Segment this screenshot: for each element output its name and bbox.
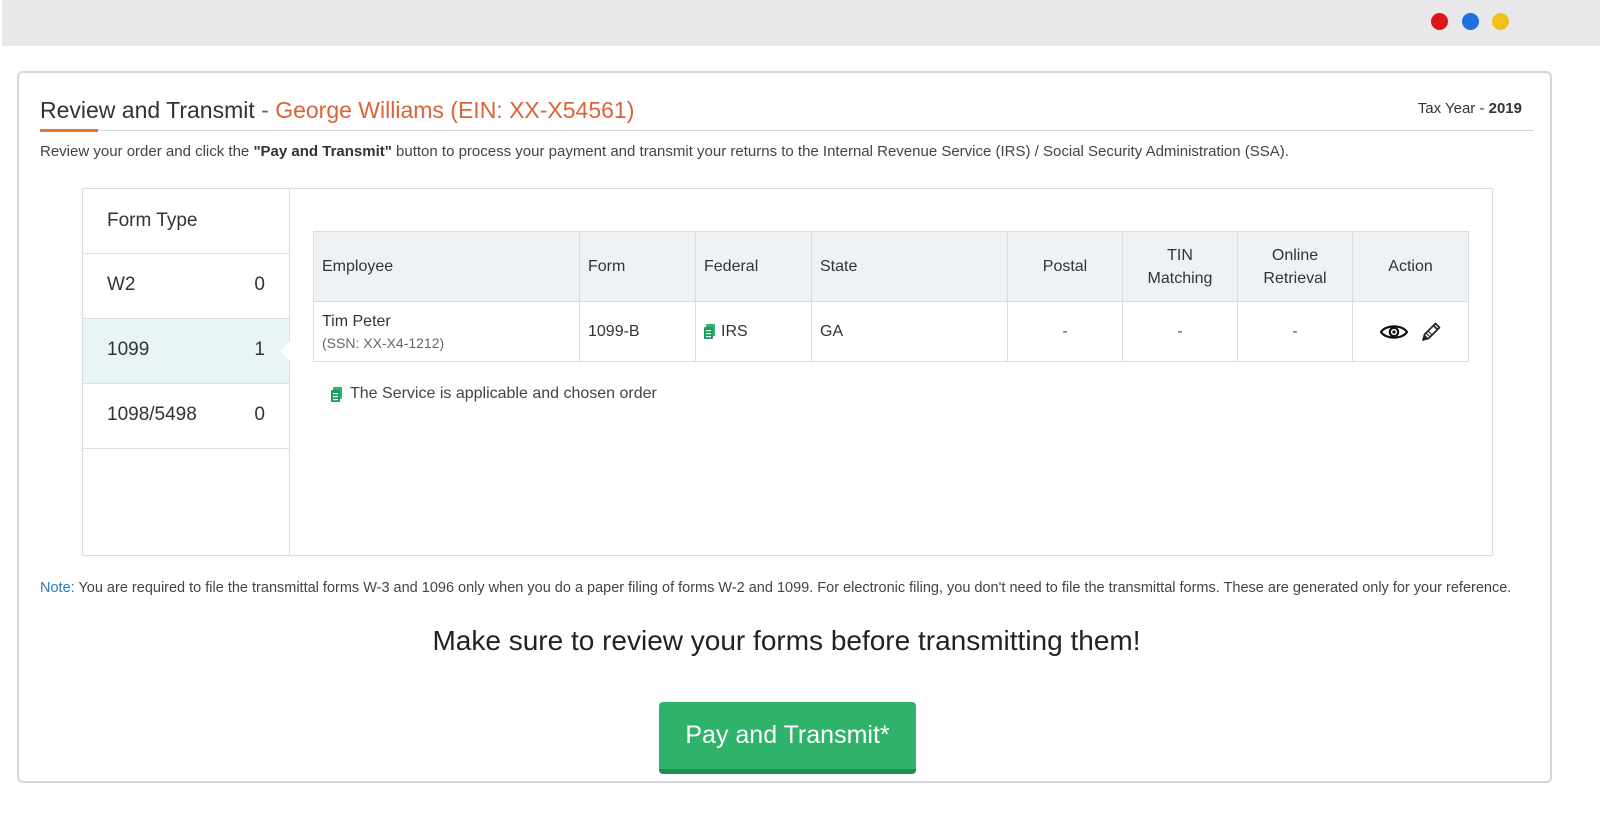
sidebar-item-count: 0 (254, 274, 265, 295)
title-accent-bar (40, 129, 98, 132)
red-window-dot[interactable] (1431, 13, 1448, 30)
col-employee: Employee (313, 231, 580, 302)
document-icon (704, 324, 715, 339)
sidebar-item-count: 1 (254, 339, 265, 360)
table-row: Tim Peter (SSN: XX-X4-1212) 1099-B IRS G… (313, 301, 1469, 362)
table-header-row: Employee Form Federal State Postal TIN M… (313, 231, 1469, 302)
tax-year-label: Tax Year - (1417, 100, 1489, 117)
order-table-wrap: Employee Form Federal State Postal TIN M… (313, 231, 1469, 362)
note-label: Note: (40, 580, 75, 596)
cell-postal: - (1007, 301, 1123, 362)
form-type-heading: Form Type (83, 189, 289, 254)
forms-panel: Form Type W2 0 1099 1 1098/5498 0 Employ… (82, 188, 1493, 556)
pencil-icon[interactable] (1420, 321, 1442, 343)
col-online-line2: Retrieval (1263, 269, 1327, 287)
tax-year: Tax Year - 2019 (1418, 100, 1522, 117)
legend-text: The Service is applicable and chosen ord… (350, 385, 657, 402)
yellow-window-dot[interactable] (1492, 13, 1509, 30)
cell-form: 1099-B (579, 301, 696, 362)
title-divider (40, 130, 1534, 131)
sidebar-item-label: 1098/5498 (107, 404, 197, 425)
intro-before: Review your order and click the (40, 143, 254, 160)
sidebar-item-label: 1099 (107, 339, 150, 360)
client-name: George Williams (EIN: XX-X54561) (275, 97, 635, 123)
federal-agency: IRS (721, 322, 748, 340)
eye-icon[interactable] (1379, 323, 1408, 341)
page-title: Review and Transmit - George Williams (E… (40, 97, 634, 124)
order-table: Employee Form Federal State Postal TIN M… (313, 231, 1469, 362)
col-state: State (811, 231, 1008, 302)
form-type-sidebar: Form Type W2 0 1099 1 1098/5498 0 (83, 189, 290, 555)
employee-ssn: (SSN: XX-X4-1212) (322, 334, 445, 351)
review-reminder: Make sure to review your forms before tr… (432, 625, 1141, 656)
cell-online-retrieval: - (1237, 301, 1353, 362)
note-text: You are required to file the transmittal… (74, 580, 1512, 596)
review-card: Review and Transmit - George Williams (E… (17, 71, 1552, 783)
col-online-retrieval: Online Retrieval (1237, 231, 1353, 302)
col-tin-matching: TIN Matching (1122, 231, 1238, 302)
tax-year-value: 2019 (1488, 100, 1522, 117)
document-icon (331, 386, 342, 402)
intro-after: button to process your payment and trans… (391, 143, 1289, 160)
intro-bold: "Pay and Transmit" (253, 143, 392, 160)
sidebar-item-1099[interactable]: 1099 1 (83, 319, 290, 384)
col-online-line1: Online (1271, 246, 1319, 264)
pay-and-transmit-button[interactable]: Pay and Transmit* (659, 702, 916, 774)
browser-top-bar (2, 0, 1600, 46)
cell-employee: Tim Peter (SSN: XX-X4-1212) (313, 301, 580, 362)
cell-state: GA (811, 301, 1008, 362)
cell-federal: IRS (695, 301, 812, 362)
cell-action (1352, 301, 1469, 362)
intro-text: Review your order and click the "Pay and… (40, 143, 1289, 160)
sidebar-item-1098-5498[interactable]: 1098/5498 0 (83, 384, 289, 449)
sidebar-item-label: W2 (107, 274, 136, 295)
page-title-text: Review and Transmit (40, 97, 255, 123)
cell-tin-matching: - (1122, 301, 1238, 362)
col-tin-line1: TIN (1167, 246, 1193, 264)
col-tin-line2: Matching (1147, 269, 1213, 287)
col-postal: Postal (1007, 231, 1123, 302)
blue-window-dot[interactable] (1462, 13, 1479, 30)
title-separator: - (254, 97, 276, 123)
transmittal-note: Note: You are required to file the trans… (40, 579, 1520, 598)
col-federal: Federal (695, 231, 812, 302)
sidebar-item-count: 0 (254, 404, 265, 425)
employee-name: Tim Peter (322, 312, 391, 330)
sidebar-item-w2[interactable]: W2 0 (83, 254, 289, 319)
service-legend: The Service is applicable and chosen ord… (331, 385, 657, 403)
col-form: Form (579, 231, 696, 302)
col-action: Action (1352, 231, 1469, 302)
